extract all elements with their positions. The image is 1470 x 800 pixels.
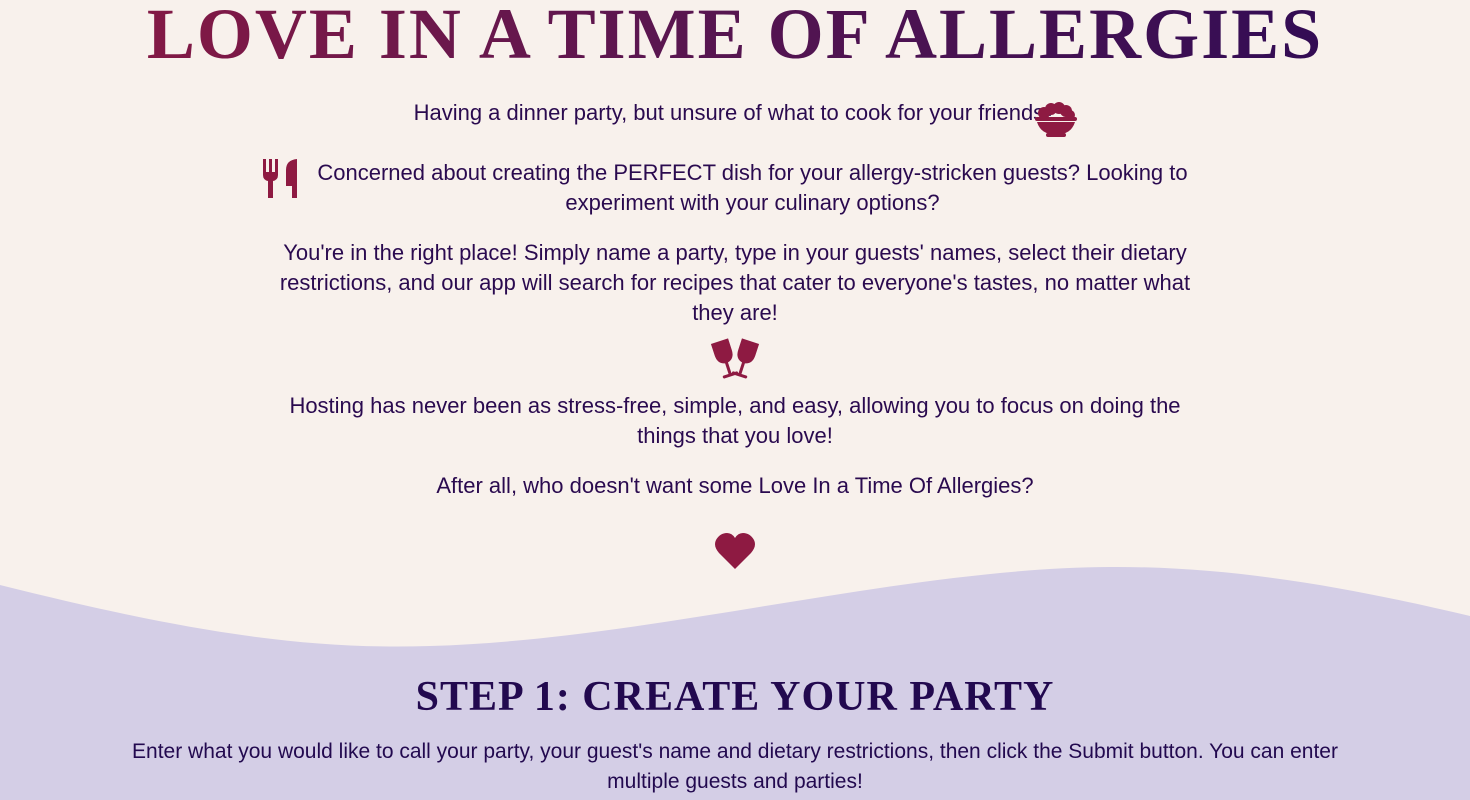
wine-glasses-cheers-icon [708,336,762,380]
intro-line-1: Having a dinner party, but unsure of wha… [413,100,1057,125]
bowl-food-icon [1034,100,1078,138]
step-1-description: Enter what you would like to call your p… [132,740,1338,793]
intro-line-2: Concerned about creating the PERFECT dis… [317,160,1188,215]
intro-line-4: Hosting has never been as stress-free, s… [289,393,1181,448]
step-1-title: STEP 1: CREATE YOUR PARTY [415,674,1055,720]
page-title: LOVE IN A TIME OF ALLERGIES [0,0,1470,74]
utensils-icon [262,158,300,200]
intro-line-3: You're in the right place! Simply name a… [279,240,1191,325]
intro-line-5: After all, who doesn't want some Love In… [436,473,1034,498]
